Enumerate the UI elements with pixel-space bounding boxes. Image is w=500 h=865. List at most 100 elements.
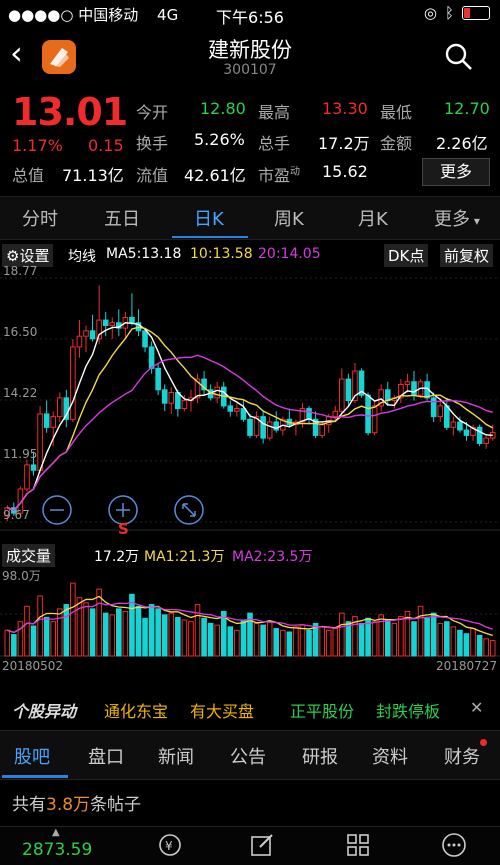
tab-news[interactable]: 新闻 [158, 743, 194, 769]
volume-bar [253, 622, 260, 657]
stock-header: ‹ 建新股份 300107 [0, 28, 500, 84]
fullscreen-icon[interactable] [174, 495, 204, 525]
volume-indicator-button[interactable]: 成交量 [2, 544, 56, 567]
volume-bar [260, 624, 266, 657]
close-icon[interactable]: ✕ [470, 698, 483, 717]
volume-total-label: 总手 [258, 134, 291, 153]
dk-point-button[interactable]: DK点 [384, 244, 429, 267]
candle-body [332, 410, 339, 418]
tab-financials[interactable]: 财务 [444, 743, 480, 769]
turnover-value: 5.26% [194, 130, 245, 149]
volume-bar [319, 626, 325, 657]
ma10-value: 10:13.58 [190, 246, 253, 262]
pe-label-text: 市盈 [258, 166, 291, 185]
tab-more[interactable]: 更多 ▾ [434, 205, 480, 231]
exchange-icon[interactable]: ¥ [156, 831, 184, 859]
settings-button[interactable]: ⚙设置 [2, 244, 54, 267]
mover-item[interactable]: 封跌停板 [376, 698, 440, 722]
candle-body [214, 386, 220, 399]
candle-body [240, 408, 247, 420]
search-icon[interactable] [444, 42, 474, 72]
volume-bar [391, 622, 398, 657]
post-count-suffix: 条帖子 [90, 795, 142, 815]
volume-bar [102, 612, 109, 657]
zoom-out-icon[interactable] [42, 495, 72, 525]
candle-body [371, 405, 378, 434]
volume-bar [345, 621, 352, 657]
volume-bar [63, 604, 70, 657]
tab-profile[interactable]: 资料 [372, 743, 408, 769]
tab-monthly-k[interactable]: 月K [358, 205, 388, 231]
low-value: 12.70 [444, 99, 490, 118]
volume-bar [489, 640, 496, 657]
volume-bar [188, 621, 194, 657]
candle-body [109, 322, 116, 326]
tab-announcements[interactable]: 公告 [230, 743, 266, 769]
info-tabs: 股吧 盘口 新闻 公告 研报 资料 财务 [0, 730, 500, 780]
tab-research[interactable]: 研报 [302, 743, 338, 769]
tab-order-book[interactable]: 盘口 [88, 743, 124, 769]
volume-bar [325, 629, 332, 657]
candle-body [260, 416, 266, 439]
amount-value: 2.26亿 [436, 134, 488, 153]
candle-body [247, 418, 253, 436]
volume-max-label: 98.0万 [2, 569, 41, 583]
stock-movers-bar[interactable]: 个股异动 通化东宝 有大买盘 正平股份 封跌停板 ✕ [0, 690, 500, 726]
index-value[interactable]: 2873.59 [22, 840, 92, 860]
volume-bar [24, 605, 30, 657]
candle-body [161, 389, 168, 404]
volume-bar [142, 617, 148, 657]
volume-ma1: MA1:21.3万 [144, 549, 225, 565]
volume-bar [70, 582, 76, 657]
tab-forum[interactable]: 股吧 [14, 743, 50, 769]
tab-intraday[interactable]: 分时 [22, 205, 58, 231]
candle-body [129, 316, 135, 324]
candle-body [168, 391, 175, 404]
candle-body [463, 429, 470, 436]
volume-bar [11, 634, 17, 657]
gear-icon: ⚙ [6, 247, 20, 265]
period-tabs: 分时 五日 日K 周K 月K 更多 ▾ [0, 196, 500, 240]
volume-bar [273, 628, 280, 657]
active-info-tab-indicator [2, 775, 68, 778]
mover-item[interactable]: 正平股份 [290, 698, 354, 722]
volume-bar [89, 608, 96, 657]
change-percent: 1.17% [12, 136, 63, 155]
candle-body [450, 421, 457, 428]
volume-bar [286, 631, 293, 657]
volume-bar [430, 612, 437, 657]
volume-value: 17.2万 [94, 549, 140, 565]
price-adjust-button[interactable]: 前复权 [440, 244, 494, 267]
candle-body [411, 381, 417, 396]
stock-name: 建新股份 [208, 38, 292, 62]
ma5-value: MA5:13.18 [106, 246, 182, 262]
more-quote-button[interactable]: 更多 [422, 158, 490, 186]
volume-bar [398, 616, 404, 657]
more-options-icon[interactable] [440, 831, 468, 859]
volume-bar [463, 633, 470, 657]
candle-body [457, 421, 463, 431]
mover-item[interactable]: 通化东宝 [104, 698, 168, 722]
tab-daily-k[interactable]: 日K [194, 205, 224, 231]
edit-icon[interactable] [248, 831, 276, 859]
volume-bar [207, 622, 214, 657]
ma20-value: 20:14.05 [258, 246, 321, 262]
volume-bar [306, 629, 312, 657]
turnover-label: 换手 [136, 134, 169, 153]
current-price: 13.01 [12, 90, 128, 134]
mover-item[interactable]: 有大买盘 [190, 698, 254, 722]
candle-body [43, 413, 50, 428]
grid-icon[interactable] [344, 831, 372, 859]
volume-bar [240, 619, 247, 657]
volume-chart[interactable]: 98.0万 20180502 20180727 [0, 566, 500, 672]
tab-five-day[interactable]: 五日 [104, 205, 140, 231]
high-label: 最高 [258, 103, 291, 122]
x-start-label: 20180502 [2, 659, 63, 672]
candlestick-chart[interactable]: 18.77 16.50 14.22 11.95 9.67 S [0, 266, 500, 542]
tab-weekly-k[interactable]: 周K [274, 205, 304, 231]
volume-bar [37, 595, 43, 657]
candle-body [24, 464, 30, 490]
volume-bar [293, 626, 299, 657]
change-amount: 0.15 [88, 136, 124, 155]
volume-bar [135, 605, 142, 657]
